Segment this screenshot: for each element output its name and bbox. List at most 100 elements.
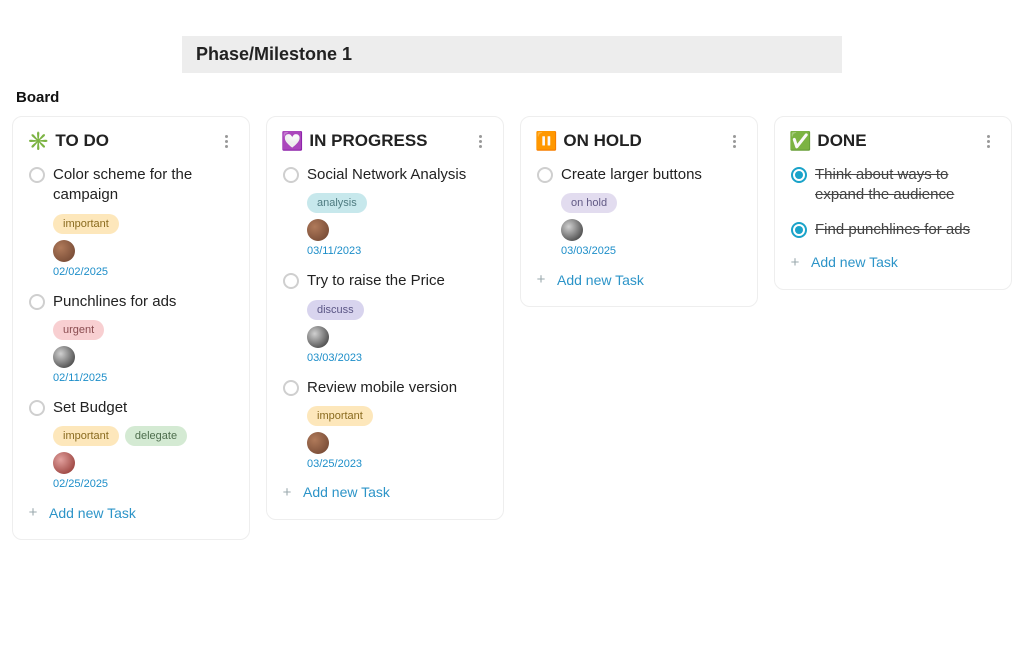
task-head: Create larger buttons bbox=[537, 165, 743, 185]
task-head: Try to raise the Price bbox=[283, 271, 489, 291]
assignee-avatar[interactable] bbox=[53, 346, 75, 368]
task-tags: important bbox=[307, 406, 489, 426]
task-date: 03/11/2023 bbox=[307, 245, 489, 257]
task-tags: important bbox=[53, 214, 235, 234]
task-card[interactable]: Set Budget important delegate 02/25/2025 bbox=[27, 398, 235, 490]
task-checkbox[interactable] bbox=[791, 222, 807, 238]
tag-discuss: discuss bbox=[307, 300, 364, 320]
task-checkbox[interactable] bbox=[283, 273, 299, 289]
task-title: Punchlines for ads bbox=[53, 292, 176, 312]
add-task-label: Add new Task bbox=[49, 505, 136, 521]
column-title-text: IN PROGRESS bbox=[309, 131, 427, 151]
task-checkbox[interactable] bbox=[283, 167, 299, 183]
tag-delegate: delegate bbox=[125, 426, 187, 446]
tag-important: important bbox=[53, 214, 119, 234]
assignee-avatar[interactable] bbox=[53, 452, 75, 474]
task-tags: urgent bbox=[53, 320, 235, 340]
column-header: ✳️TO DO bbox=[27, 131, 235, 151]
add-task-label: Add new Task bbox=[303, 484, 390, 500]
task-title: Review mobile version bbox=[307, 378, 457, 398]
plus-icon: + bbox=[535, 271, 547, 288]
column-header: 💟 IN PROGRESS bbox=[281, 131, 489, 151]
task-card[interactable]: Think about ways to expand the audience bbox=[789, 165, 997, 206]
column-title-text: DONE bbox=[817, 131, 866, 151]
board-columns: ✳️TO DO Color scheme for the campaign impo… bbox=[12, 116, 1012, 540]
tag-onhold: on hold bbox=[561, 193, 617, 213]
task-checkbox[interactable] bbox=[29, 400, 45, 416]
column-title-text: ON HOLD bbox=[563, 131, 641, 151]
column-menu-icon[interactable] bbox=[979, 132, 997, 150]
task-title: Think about ways to expand the audience bbox=[815, 165, 997, 206]
task-title: Set Budget bbox=[53, 398, 127, 418]
task-checkbox[interactable] bbox=[537, 167, 553, 183]
column-on-hold: ⏸️ ON HOLD Create larger buttons on hold 03/… bbox=[520, 116, 758, 307]
task-date: 02/02/2025 bbox=[53, 266, 235, 278]
task-head: Color scheme for the campaign bbox=[29, 165, 235, 206]
task-title: Create larger buttons bbox=[561, 165, 702, 185]
task-card[interactable]: Punchlines for ads urgent 02/11/2025 bbox=[27, 292, 235, 384]
tag-important: important bbox=[307, 406, 373, 426]
task-tags: on hold bbox=[561, 193, 743, 213]
column-header: ✅ DONE bbox=[789, 131, 997, 151]
plus-icon: + bbox=[789, 254, 801, 271]
column-done: ✅ DONE Think about ways to expand the audi… bbox=[774, 116, 1012, 290]
task-date: 03/03/2023 bbox=[307, 352, 489, 364]
plus-icon: + bbox=[27, 504, 39, 521]
column-to-do: ✳️TO DO Color scheme for the campaign impo… bbox=[12, 116, 250, 540]
board-label: Board bbox=[16, 89, 1012, 106]
task-checkbox[interactable] bbox=[791, 167, 807, 183]
tag-urgent: urgent bbox=[53, 320, 104, 340]
tag-important: important bbox=[53, 426, 119, 446]
task-title: Social Network Analysis bbox=[307, 165, 466, 185]
task-title: Try to raise the Price bbox=[307, 271, 445, 291]
phase-title: Phase/Milestone 1 bbox=[196, 44, 352, 64]
assignee-avatar[interactable] bbox=[561, 219, 583, 241]
column-emoji-icon: 💟 bbox=[281, 132, 303, 150]
task-card[interactable]: Social Network Analysis analysis 03/11/202… bbox=[281, 165, 489, 257]
column-title: ✅ DONE bbox=[789, 131, 867, 151]
task-head: Think about ways to expand the audience bbox=[791, 165, 997, 206]
add-task-label: Add new Task bbox=[557, 272, 644, 288]
task-card[interactable]: Try to raise the Price discuss 03/03/2023 bbox=[281, 271, 489, 363]
task-date: 02/25/2025 bbox=[53, 478, 235, 490]
add-task-label: Add new Task bbox=[811, 254, 898, 270]
column-emoji-icon: ⏸️ bbox=[535, 132, 557, 150]
task-title: Color scheme for the campaign bbox=[53, 165, 235, 206]
task-card[interactable]: Review mobile version important 03/25/2023 bbox=[281, 378, 489, 470]
column-menu-icon[interactable] bbox=[471, 132, 489, 150]
column-emoji-icon: ✅ bbox=[789, 132, 811, 150]
add-task-button[interactable]: + Add new Task bbox=[535, 271, 743, 288]
task-date: 03/25/2023 bbox=[307, 458, 489, 470]
task-head: Set Budget bbox=[29, 398, 235, 418]
task-checkbox[interactable] bbox=[29, 294, 45, 310]
column-title: ⏸️ ON HOLD bbox=[535, 131, 642, 151]
assignee-avatar[interactable] bbox=[307, 219, 329, 241]
column-in-progress: 💟 IN PROGRESS Social Network Analysis analy… bbox=[266, 116, 504, 520]
task-head: Review mobile version bbox=[283, 378, 489, 398]
add-task-button[interactable]: + Add new Task bbox=[789, 254, 997, 271]
add-task-button[interactable]: + Add new Task bbox=[27, 504, 235, 521]
task-card[interactable]: Color scheme for the campaign important 02… bbox=[27, 165, 235, 278]
column-title: ✳️TO DO bbox=[27, 131, 109, 151]
task-date: 02/11/2025 bbox=[53, 372, 235, 384]
task-checkbox[interactable] bbox=[283, 380, 299, 396]
task-card[interactable]: Find punchlines for ads bbox=[789, 220, 997, 240]
task-card[interactable]: Create larger buttons on hold 03/03/2025 bbox=[535, 165, 743, 257]
plus-icon: + bbox=[281, 484, 293, 501]
task-title: Find punchlines for ads bbox=[815, 220, 970, 240]
column-menu-icon[interactable] bbox=[217, 132, 235, 150]
assignee-avatar[interactable] bbox=[53, 240, 75, 262]
assignee-avatar[interactable] bbox=[307, 432, 329, 454]
phase-title-bar: Phase/Milestone 1 bbox=[182, 36, 842, 73]
task-tags: discuss bbox=[307, 300, 489, 320]
task-checkbox[interactable] bbox=[29, 167, 45, 183]
assignee-avatar[interactable] bbox=[307, 326, 329, 348]
task-tags: important delegate bbox=[53, 426, 235, 446]
column-menu-icon[interactable] bbox=[725, 132, 743, 150]
task-date: 03/03/2025 bbox=[561, 245, 743, 257]
task-head: Punchlines for ads bbox=[29, 292, 235, 312]
column-emoji-icon: ✳️ bbox=[27, 132, 49, 150]
task-tags: analysis bbox=[307, 193, 489, 213]
add-task-button[interactable]: + Add new Task bbox=[281, 484, 489, 501]
tag-analysis: analysis bbox=[307, 193, 367, 213]
